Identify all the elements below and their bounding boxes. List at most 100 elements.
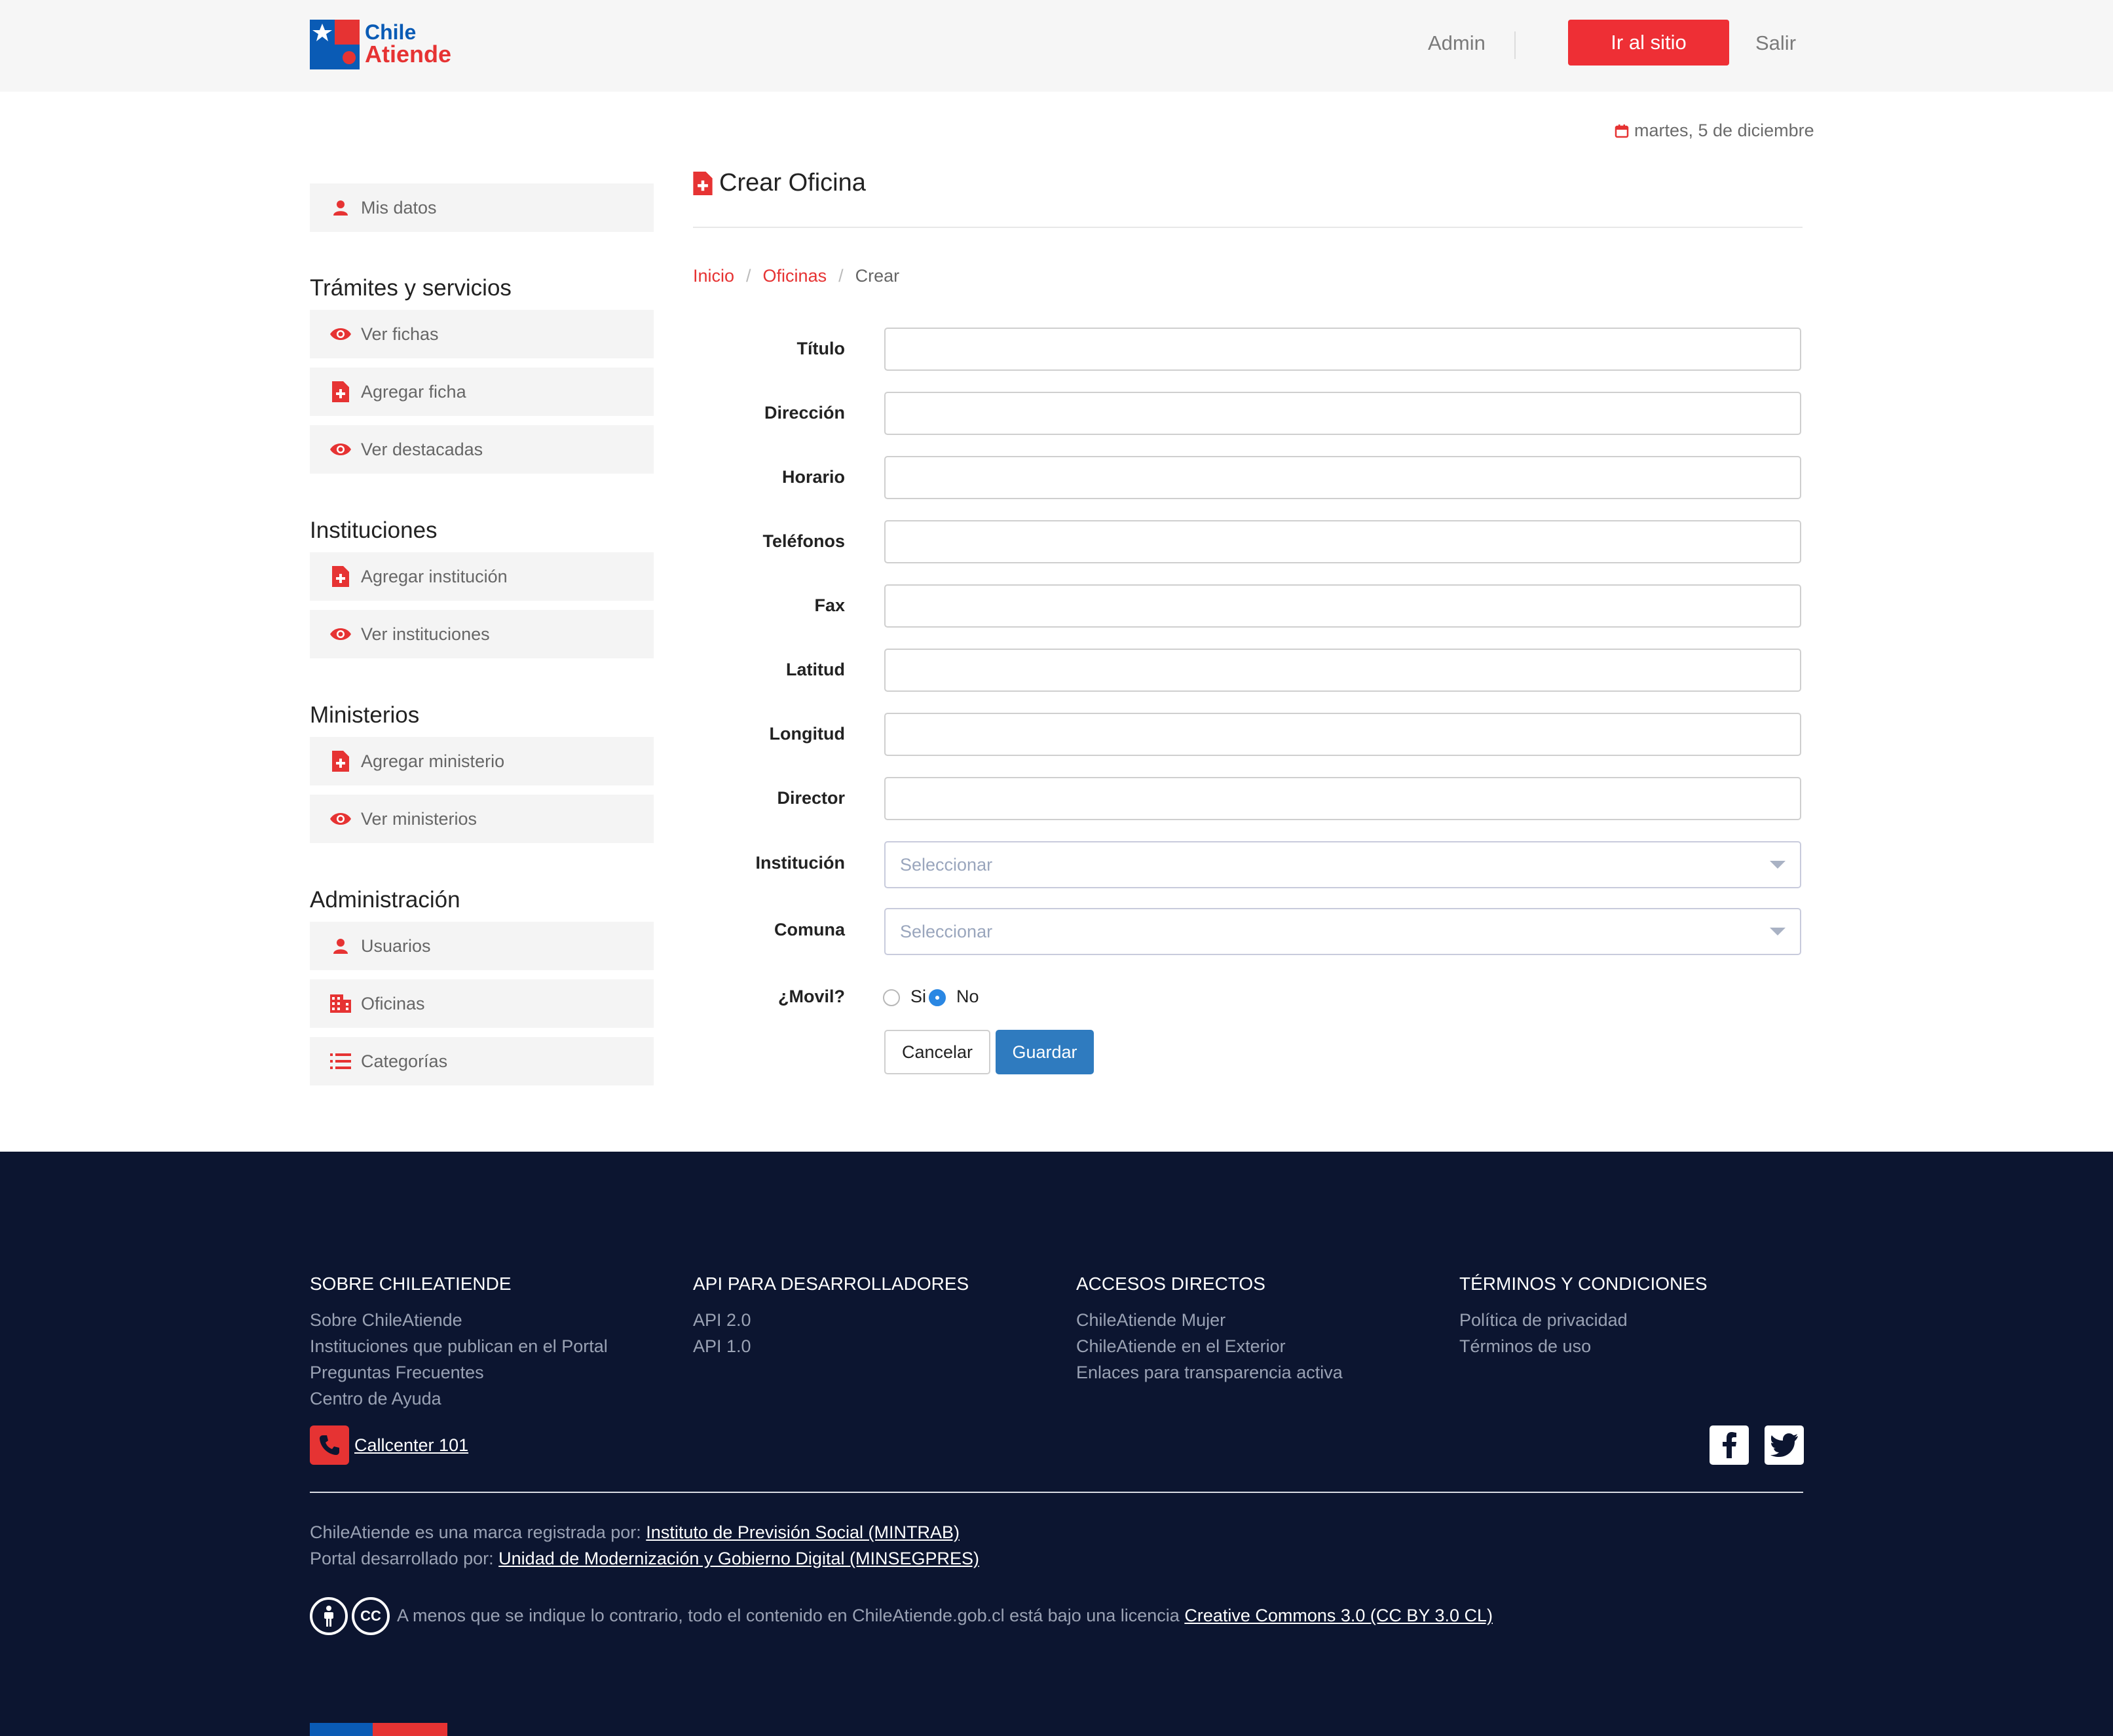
logo-text-atiende: Atiende bbox=[365, 41, 452, 67]
latitude-label: Latitud bbox=[786, 660, 845, 679]
footer-heading-about: SOBRE CHILEATIENDE bbox=[310, 1274, 512, 1294]
footer-link[interactable]: Términos de uso bbox=[1459, 1336, 1591, 1357]
sidebar-heading-institutions: Instituciones bbox=[310, 518, 438, 543]
cc-icon: CC bbox=[352, 1597, 390, 1635]
footer-heading-shortcuts: ACCESOS DIRECTOS bbox=[1076, 1274, 1265, 1294]
title-label: Título bbox=[796, 339, 845, 358]
mobile-yes-radio[interactable] bbox=[883, 989, 900, 1006]
footer-link[interactable]: Preguntas Frecuentes bbox=[310, 1363, 484, 1383]
footer-link[interactable]: API 1.0 bbox=[693, 1336, 751, 1357]
sidebar-item-offices[interactable]: Oficinas bbox=[310, 979, 654, 1028]
footer-link[interactable]: Política de privacidad bbox=[1459, 1310, 1628, 1330]
director-input[interactable] bbox=[884, 777, 1801, 820]
sidebar-item-label: Oficinas bbox=[361, 993, 425, 1013]
sidebar-item-label: Usuarios bbox=[361, 935, 431, 956]
footer-link[interactable]: Centro de Ayuda bbox=[310, 1389, 441, 1409]
institution-label: Institución bbox=[755, 853, 846, 873]
brand-text: ChileAtiende es una marca registrada por… bbox=[310, 1522, 641, 1542]
footer-link[interactable]: ChileAtiende Mujer bbox=[1076, 1310, 1225, 1330]
brand-link[interactable]: Instituto de Previsión Social (MINTRAB) bbox=[646, 1522, 960, 1542]
breadcrumb-home[interactable]: Inicio bbox=[693, 266, 734, 286]
sidebar-item-add-record[interactable]: Agregar ficha bbox=[310, 368, 654, 416]
developer-link[interactable]: Unidad de Modernización y Gobierno Digit… bbox=[498, 1549, 979, 1568]
date-text: martes, 5 de diciembre bbox=[1634, 121, 1814, 140]
logout-link[interactable]: Salir bbox=[1755, 31, 1796, 55]
developer-line: Portal desarrollado por: Unidad de Moder… bbox=[310, 1549, 979, 1569]
breadcrumb: Inicio / Oficinas / Crear bbox=[693, 266, 899, 286]
footer-link[interactable]: Enlaces para transparencia activa bbox=[1076, 1363, 1343, 1383]
eye-icon bbox=[329, 438, 352, 461]
sidebar-item-view-ministries[interactable]: Ver ministerios bbox=[310, 795, 654, 843]
fax-label: Fax bbox=[814, 595, 845, 615]
file-add-icon bbox=[693, 171, 713, 195]
twitter-icon[interactable] bbox=[1765, 1425, 1804, 1465]
brand-line: ChileAtiende es una marca registrada por… bbox=[310, 1522, 960, 1543]
sidebar-item-view-records[interactable]: Ver fichas bbox=[310, 310, 654, 358]
footer-link[interactable]: API 2.0 bbox=[693, 1310, 751, 1330]
sidebar-item-add-ministry[interactable]: Agregar ministerio bbox=[310, 737, 654, 785]
phone-icon bbox=[310, 1425, 349, 1465]
nav-divider bbox=[1514, 31, 1516, 59]
flag-stripe-blue bbox=[310, 1723, 373, 1736]
breadcrumb-offices[interactable]: Oficinas bbox=[763, 266, 827, 286]
top-header: Chile Atiende Admin Ir al sitio Salir bbox=[0, 0, 2113, 92]
sidebar-item-label: Mis datos bbox=[361, 197, 437, 217]
license-text: A menos que se indique lo contrario, tod… bbox=[397, 1606, 1180, 1625]
chileatiende-logo[interactable]: Chile Atiende bbox=[310, 18, 454, 71]
flag-stripe-red bbox=[373, 1723, 447, 1736]
sidebar-heading-administration: Administración bbox=[310, 887, 460, 913]
institution-select[interactable]: Seleccionar bbox=[884, 841, 1801, 888]
sidebar-item-label: Ver instituciones bbox=[361, 624, 490, 644]
sidebar-item-label: Agregar ministerio bbox=[361, 751, 505, 771]
file-add-icon bbox=[329, 565, 352, 588]
sidebar-item-users[interactable]: Usuarios bbox=[310, 922, 654, 970]
license-icons: CC bbox=[310, 1597, 390, 1635]
footer-link[interactable]: ChileAtiende en el Exterior bbox=[1076, 1336, 1286, 1357]
sidebar-item-add-institution[interactable]: Agregar institución bbox=[310, 552, 654, 601]
institution-select-value: Seleccionar bbox=[900, 854, 993, 875]
save-button[interactable]: Guardar bbox=[996, 1030, 1094, 1074]
footer-heading-terms: TÉRMINOS Y CONDICIONES bbox=[1459, 1274, 1708, 1294]
commune-select[interactable]: Seleccionar bbox=[884, 908, 1801, 955]
facebook-icon[interactable] bbox=[1710, 1425, 1749, 1465]
sidebar-heading-ministries: Ministerios bbox=[310, 702, 420, 728]
footer-link[interactable]: Sobre ChileAtiende bbox=[310, 1310, 462, 1330]
sidebar-item-label: Ver ministerios bbox=[361, 808, 477, 829]
logo-mark-icon bbox=[310, 20, 360, 69]
schedule-label: Horario bbox=[781, 467, 845, 487]
footer-link[interactable]: Instituciones que publican en el Portal bbox=[310, 1336, 608, 1357]
admin-link[interactable]: Admin bbox=[1428, 31, 1486, 55]
go-to-site-button[interactable]: Ir al sitio bbox=[1568, 20, 1729, 66]
sidebar-item-my-data[interactable]: Mis datos bbox=[310, 183, 654, 232]
sidebar-item-categories[interactable]: Categorías bbox=[310, 1037, 654, 1085]
chevron-down-icon bbox=[1770, 861, 1786, 869]
breadcrumb-current: Crear bbox=[855, 266, 900, 286]
attribution-icon bbox=[310, 1597, 348, 1635]
fax-input[interactable] bbox=[884, 584, 1801, 628]
phones-input[interactable] bbox=[884, 520, 1801, 563]
phones-label: Teléfonos bbox=[762, 531, 845, 551]
latitude-input[interactable] bbox=[884, 649, 1801, 692]
address-input[interactable] bbox=[884, 392, 1801, 435]
longitude-input[interactable] bbox=[884, 713, 1801, 756]
title-divider bbox=[693, 227, 1803, 228]
breadcrumb-separator: / bbox=[838, 266, 844, 286]
user-icon bbox=[329, 935, 352, 957]
footer-heading-api: API PARA DESARROLLADORES bbox=[693, 1274, 969, 1294]
cancel-button[interactable]: Cancelar bbox=[884, 1030, 990, 1074]
calendar-icon bbox=[1615, 124, 1629, 138]
sidebar-item-view-institutions[interactable]: Ver instituciones bbox=[310, 610, 654, 658]
sidebar-item-label: Categorías bbox=[361, 1051, 448, 1071]
title-input[interactable] bbox=[884, 328, 1801, 371]
director-label: Director bbox=[777, 788, 845, 808]
callcenter-link[interactable]: Callcenter 101 bbox=[354, 1435, 468, 1456]
license-link[interactable]: Creative Commons 3.0 (CC BY 3.0 CL) bbox=[1184, 1606, 1493, 1625]
eye-icon bbox=[329, 808, 352, 830]
sidebar-item-view-featured[interactable]: Ver destacadas bbox=[310, 425, 654, 474]
longitude-label: Longitud bbox=[769, 724, 845, 744]
mobile-no-radio[interactable] bbox=[929, 989, 946, 1006]
callcenter[interactable]: Callcenter 101 bbox=[310, 1425, 468, 1465]
schedule-input[interactable] bbox=[884, 456, 1801, 499]
sidebar-item-label: Agregar institución bbox=[361, 566, 508, 586]
commune-select-value: Seleccionar bbox=[900, 921, 993, 941]
